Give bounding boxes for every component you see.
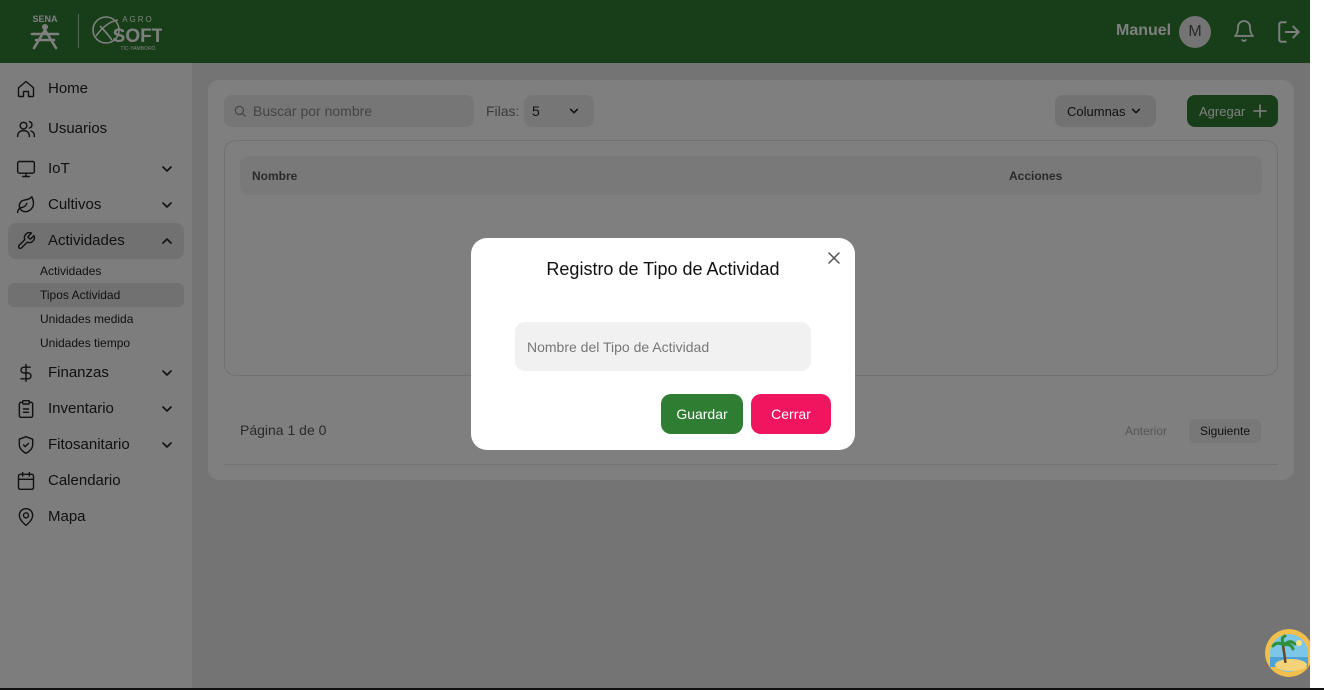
- save-button[interactable]: Guardar: [661, 394, 743, 434]
- app-window: SENA AGRO SOFT TIC-YAMBORÓ Manuel M Home: [0, 0, 1310, 688]
- close-button[interactable]: Cerrar: [751, 394, 831, 434]
- floating-app-badge[interactable]: [1265, 629, 1310, 677]
- modal-title: Registro de Tipo de Actividad: [546, 259, 780, 279]
- modal-dialog: Registro de Tipo de Actividad Guardar Ce…: [471, 238, 855, 450]
- close-icon[interactable]: [827, 251, 841, 265]
- tipo-actividad-name-input[interactable]: [515, 322, 811, 371]
